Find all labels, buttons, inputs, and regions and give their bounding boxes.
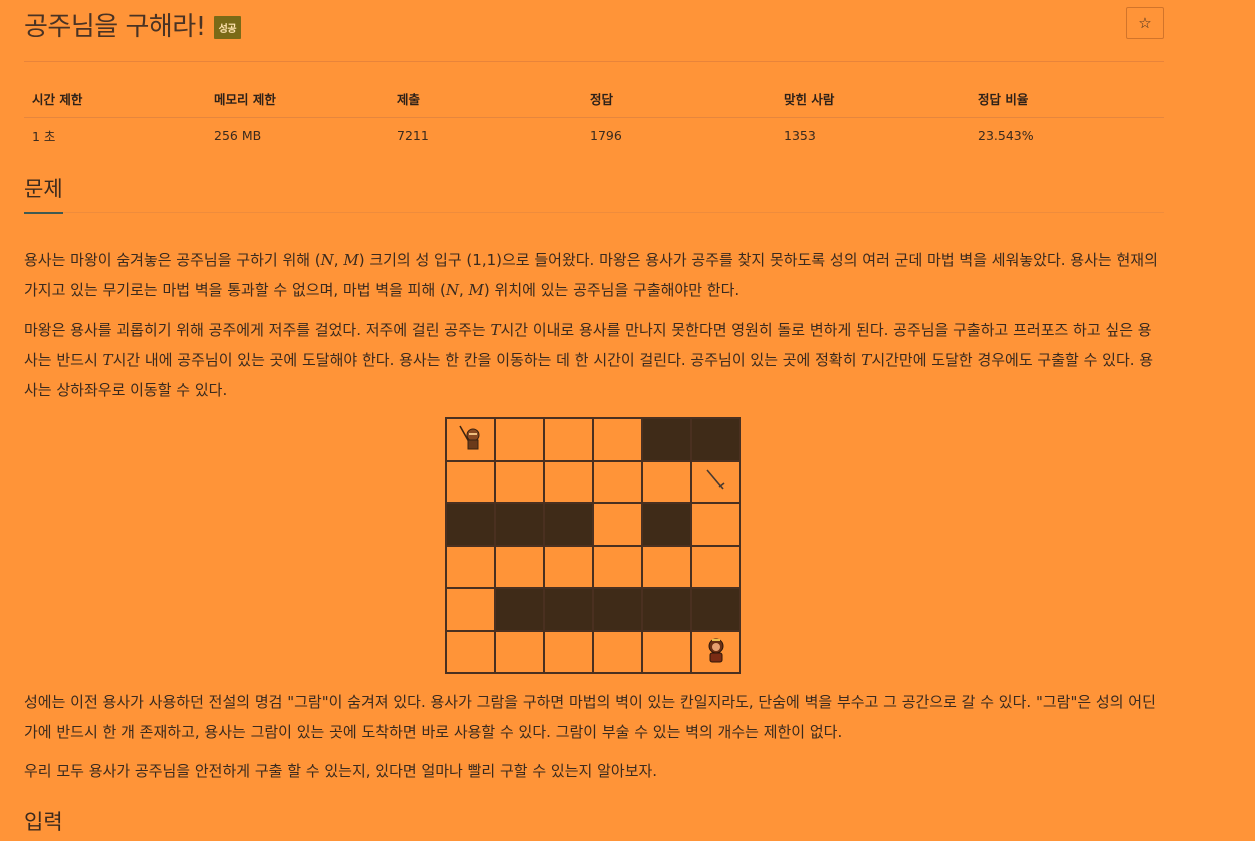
grid-cell-wall bbox=[544, 588, 593, 631]
problem-paragraph-3: 성에는 이전 용사가 사용하던 전설의 명검 "그람"이 숨겨져 있다. 용사가… bbox=[24, 693, 1156, 741]
page-title: 공주님을 구해라! bbox=[24, 12, 206, 42]
table-cell: 1353 bbox=[784, 127, 816, 143]
grid-cell-wall bbox=[691, 588, 740, 631]
princess-icon bbox=[701, 635, 731, 669]
title-row: 공주님을 구해라! 성공 ☆ bbox=[24, 0, 1164, 62]
problem-info-table: 시간 제한 메모리 제한 제출 정답 맞힌 사람 정답 비율 1 초 256 M… bbox=[24, 79, 1164, 152]
grid-cell-empty bbox=[593, 545, 642, 588]
problem-paragraph-1: 용사는 마왕이 숨겨놓은 공주님을 구하기 위해 (N, M) 크기의 성 입구… bbox=[24, 251, 1158, 299]
grid-cell-empty bbox=[642, 545, 691, 588]
section-title: 문제 bbox=[24, 174, 63, 214]
grid-cell-empty bbox=[495, 630, 544, 673]
grid-cell-wall bbox=[642, 418, 691, 461]
status-badge: 성공 bbox=[213, 16, 242, 39]
table-cell: 256 MB bbox=[214, 127, 262, 143]
grid-cell-wall bbox=[642, 503, 691, 546]
grid-cell-empty bbox=[446, 460, 495, 503]
grid-cell-princess bbox=[691, 630, 740, 673]
grid-cell-wall bbox=[446, 503, 495, 546]
favorite-button[interactable]: ☆ bbox=[1126, 7, 1164, 39]
grid-cell-wall bbox=[593, 588, 642, 631]
grid-cell-empty bbox=[593, 503, 642, 546]
problem-page: 공주님을 구해라! 성공 ☆ 시간 제한 메모리 제한 제출 정답 맞힌 사람 … bbox=[24, 0, 1164, 834]
grid-cell-empty bbox=[642, 460, 691, 503]
table-cell: 1796 bbox=[590, 127, 622, 143]
grid-cell-empty bbox=[593, 460, 642, 503]
page-title-wrap: 공주님을 구해라! 성공 bbox=[24, 6, 242, 43]
grid-cell-empty bbox=[544, 460, 593, 503]
hero-icon bbox=[456, 422, 486, 456]
grid-cell-wall bbox=[642, 588, 691, 631]
table-header-row: 시간 제한 메모리 제한 제출 정답 맞힌 사람 정답 비율 bbox=[24, 79, 1164, 118]
column-header: 시간 제한 bbox=[24, 79, 206, 118]
grid-cell-empty bbox=[544, 630, 593, 673]
problem-paragraph-2: 마왕은 용사를 괴롭히기 위해 공주에게 저주를 걸었다. 저주에 걸린 공주는… bbox=[24, 321, 1154, 399]
problem-paragraph-4: 우리 모두 용사가 공주님을 안전하게 구출 할 수 있는지, 있다면 얼마나 … bbox=[24, 762, 658, 780]
grid-cell-wall bbox=[495, 588, 544, 631]
grid-cell-empty bbox=[593, 418, 642, 461]
grid-cell-empty bbox=[691, 545, 740, 588]
sword-icon bbox=[701, 465, 731, 499]
grid-cell-empty bbox=[495, 545, 544, 588]
column-header: 정답 bbox=[582, 79, 776, 118]
table-cell: 23.543% bbox=[978, 127, 1034, 143]
grid-cell-wall bbox=[691, 418, 740, 461]
problem-section-header: 문제 bbox=[24, 174, 1164, 214]
star-icon: ☆ bbox=[1138, 14, 1152, 32]
column-header: 정답 비율 bbox=[970, 79, 1164, 118]
grid-cell-empty bbox=[446, 588, 495, 631]
grid-cell-empty bbox=[446, 630, 495, 673]
input-section-title: 입력 bbox=[24, 810, 63, 834]
table-row: 1 초 256 MB 7211 1796 1353 23.543% bbox=[24, 118, 1164, 153]
table-cell: 7211 bbox=[397, 127, 429, 143]
grid-cell-empty bbox=[495, 418, 544, 461]
column-header: 제출 bbox=[389, 79, 582, 118]
column-header: 메모리 제한 bbox=[206, 79, 389, 118]
grid-cell-hero bbox=[446, 418, 495, 461]
grid-cell-empty bbox=[691, 503, 740, 546]
grid-cell-empty bbox=[446, 545, 495, 588]
castle-map-image bbox=[445, 417, 741, 674]
grid-cell-empty bbox=[544, 545, 593, 588]
grid-cell-wall bbox=[544, 503, 593, 546]
grid-cell-empty bbox=[544, 418, 593, 461]
grid-cell-empty bbox=[495, 460, 544, 503]
table-cell: 1 초 bbox=[32, 128, 56, 144]
grid-cell-empty bbox=[593, 630, 642, 673]
grid-cell-empty bbox=[642, 630, 691, 673]
grid-cell-sword bbox=[691, 460, 740, 503]
column-header: 맞힌 사람 bbox=[776, 79, 970, 118]
grid-cell-wall bbox=[495, 503, 544, 546]
